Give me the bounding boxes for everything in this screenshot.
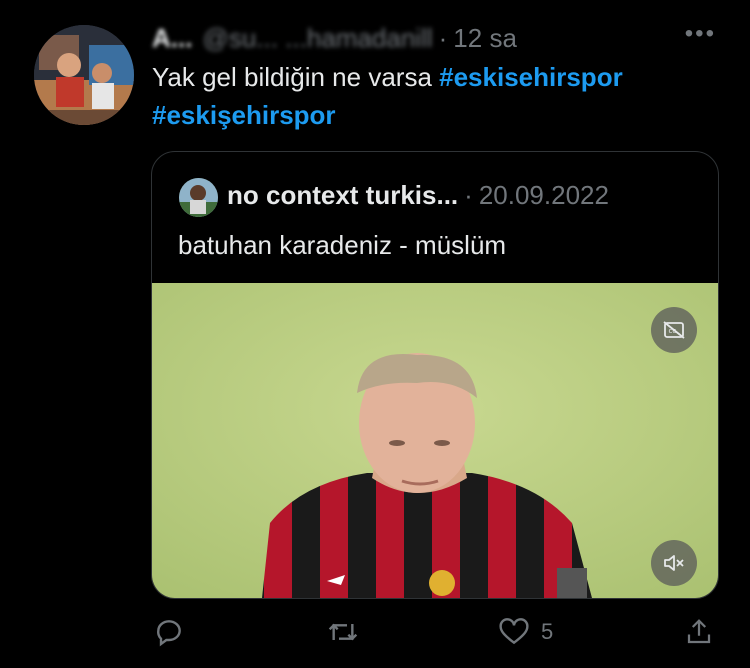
reply-icon: [157, 620, 181, 647]
mute-icon[interactable]: [651, 540, 697, 586]
retweet-icon: [328, 623, 358, 641]
author-avatar[interactable]: [34, 25, 134, 125]
author-name[interactable]: A...: [152, 23, 192, 54]
tweet-text: Yak gel bildiğin ne varsa #eskisehirspor…: [152, 58, 712, 134]
quoted-text: batuhan karadeniz - müslüm: [178, 230, 507, 260]
quoted-author-name[interactable]: no context turkis...: [227, 180, 458, 211]
like-count: 5: [541, 619, 554, 644]
quoted-avatar-image: [179, 178, 218, 217]
more-icon[interactable]: •••: [685, 20, 716, 48]
separator-dot: ·: [438, 22, 448, 53]
quoted-author-avatar: [179, 178, 218, 217]
quoted-date[interactable]: 20.09.2022: [479, 180, 609, 211]
share-button[interactable]: [684, 610, 714, 654]
share-icon: [687, 619, 711, 644]
hashtag-link[interactable]: #eskişehirspor: [152, 100, 336, 130]
mute-glyph: [664, 555, 684, 571]
reply-button[interactable]: [153, 610, 185, 654]
video-player[interactable]: cc: [152, 283, 718, 598]
video-frame: [152, 283, 718, 598]
like-button[interactable]: 5: [497, 610, 553, 654]
captions-glyph: cc: [663, 321, 685, 339]
tweet-time[interactable]: 12 sa: [453, 23, 517, 54]
quoted-header: no context turkis... · 20.09.2022: [227, 180, 609, 211]
tweet-text-body: Yak gel bildiğin ne varsa: [152, 62, 432, 92]
separator-dot: ·: [464, 180, 473, 210]
quoted-tweet[interactable]: no context turkis... · 20.09.2022 batuha…: [151, 151, 719, 599]
tweet-header: A... @su... ...hamadanill · 12 sa: [152, 22, 720, 54]
action-bar: 5: [0, 610, 750, 654]
retweet-button[interactable]: [326, 610, 360, 654]
captions-off-icon[interactable]: cc: [651, 307, 697, 353]
avatar-image: [34, 25, 134, 125]
author-handle[interactable]: @su... ...hamadanill: [202, 23, 432, 54]
like-icon: [499, 618, 529, 645]
hashtag-link[interactable]: #eskisehirspor: [439, 62, 623, 92]
